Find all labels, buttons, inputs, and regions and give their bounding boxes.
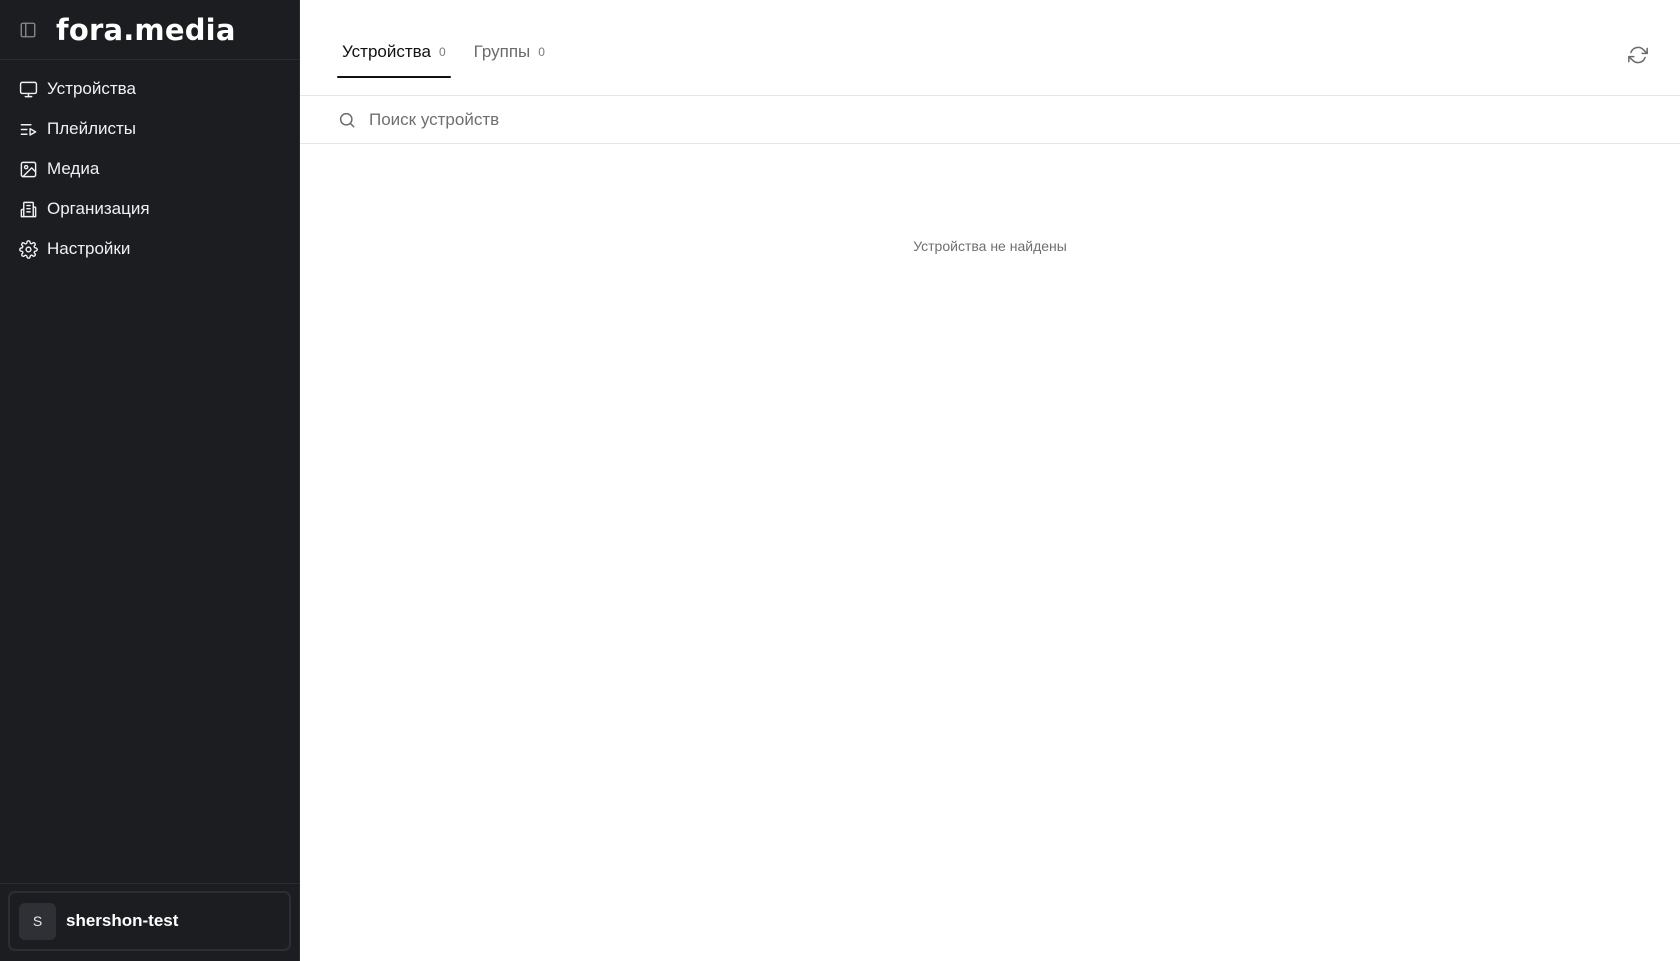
tab-count-badge: 0	[438, 45, 446, 59]
sidebar-item-organization[interactable]: Организация	[0, 189, 299, 229]
sidebar-header: fora.media	[0, 0, 299, 60]
avatar: S	[19, 902, 56, 940]
app-logo: fora.media	[56, 12, 236, 47]
monitor-icon	[18, 79, 38, 99]
refresh-button[interactable]	[1627, 44, 1649, 66]
account-switcher[interactable]: S shershon-test	[8, 891, 291, 951]
sidebar-nav: Устройства Плейлисты Медиа Организация Н…	[0, 60, 299, 269]
tabs: Устройства 0 Группы 0	[337, 38, 568, 78]
search-bar	[300, 96, 1680, 144]
account-name: shershon-test	[66, 911, 179, 930]
sidebar-item-label: Организация	[47, 199, 150, 218]
app-root: fora.media Устройства Плейлисты Медиа Ор…	[0, 0, 1680, 961]
sidebar-footer: S shershon-test	[0, 883, 299, 961]
gear-icon	[18, 239, 38, 259]
refresh-icon	[1628, 46, 1648, 64]
sidebar-item-label: Настройки	[47, 239, 131, 258]
sidebar-item-devices[interactable]: Устройства	[0, 69, 299, 109]
topbar: Устройства 0 Группы 0	[300, 0, 1680, 96]
tab-groups[interactable]: Группы 0	[469, 38, 550, 78]
search-icon	[337, 110, 356, 129]
building-icon	[18, 199, 38, 219]
sidebar-item-label: Медиа	[47, 159, 100, 178]
sidebar-item-playlists[interactable]: Плейлисты	[0, 109, 299, 149]
main-content: Устройства 0 Группы 0 Поиск устройств Ус…	[300, 0, 1680, 961]
empty-state-message: Устройства не найдены	[913, 238, 1067, 254]
tab-devices[interactable]: Устройства 0	[337, 38, 451, 78]
sidebar-item-label: Устройства	[47, 79, 136, 98]
search-input[interactable]	[369, 109, 969, 130]
sidebar-toggle-button[interactable]	[18, 20, 38, 40]
playlist-icon	[18, 119, 38, 139]
image-icon	[18, 159, 38, 179]
tab-count-badge: 0	[538, 45, 545, 59]
tab-label: Группы	[473, 42, 531, 61]
sidebar: fora.media Устройства Плейлисты Медиа Ор…	[0, 0, 300, 961]
sidebar-toggle-icon	[20, 22, 36, 37]
sidebar-item-settings[interactable]: Настройки	[0, 229, 299, 269]
sidebar-item-label: Плейлисты	[47, 119, 137, 138]
tab-label: Устройства	[342, 42, 431, 61]
sidebar-item-media[interactable]: Медиа	[0, 149, 299, 189]
